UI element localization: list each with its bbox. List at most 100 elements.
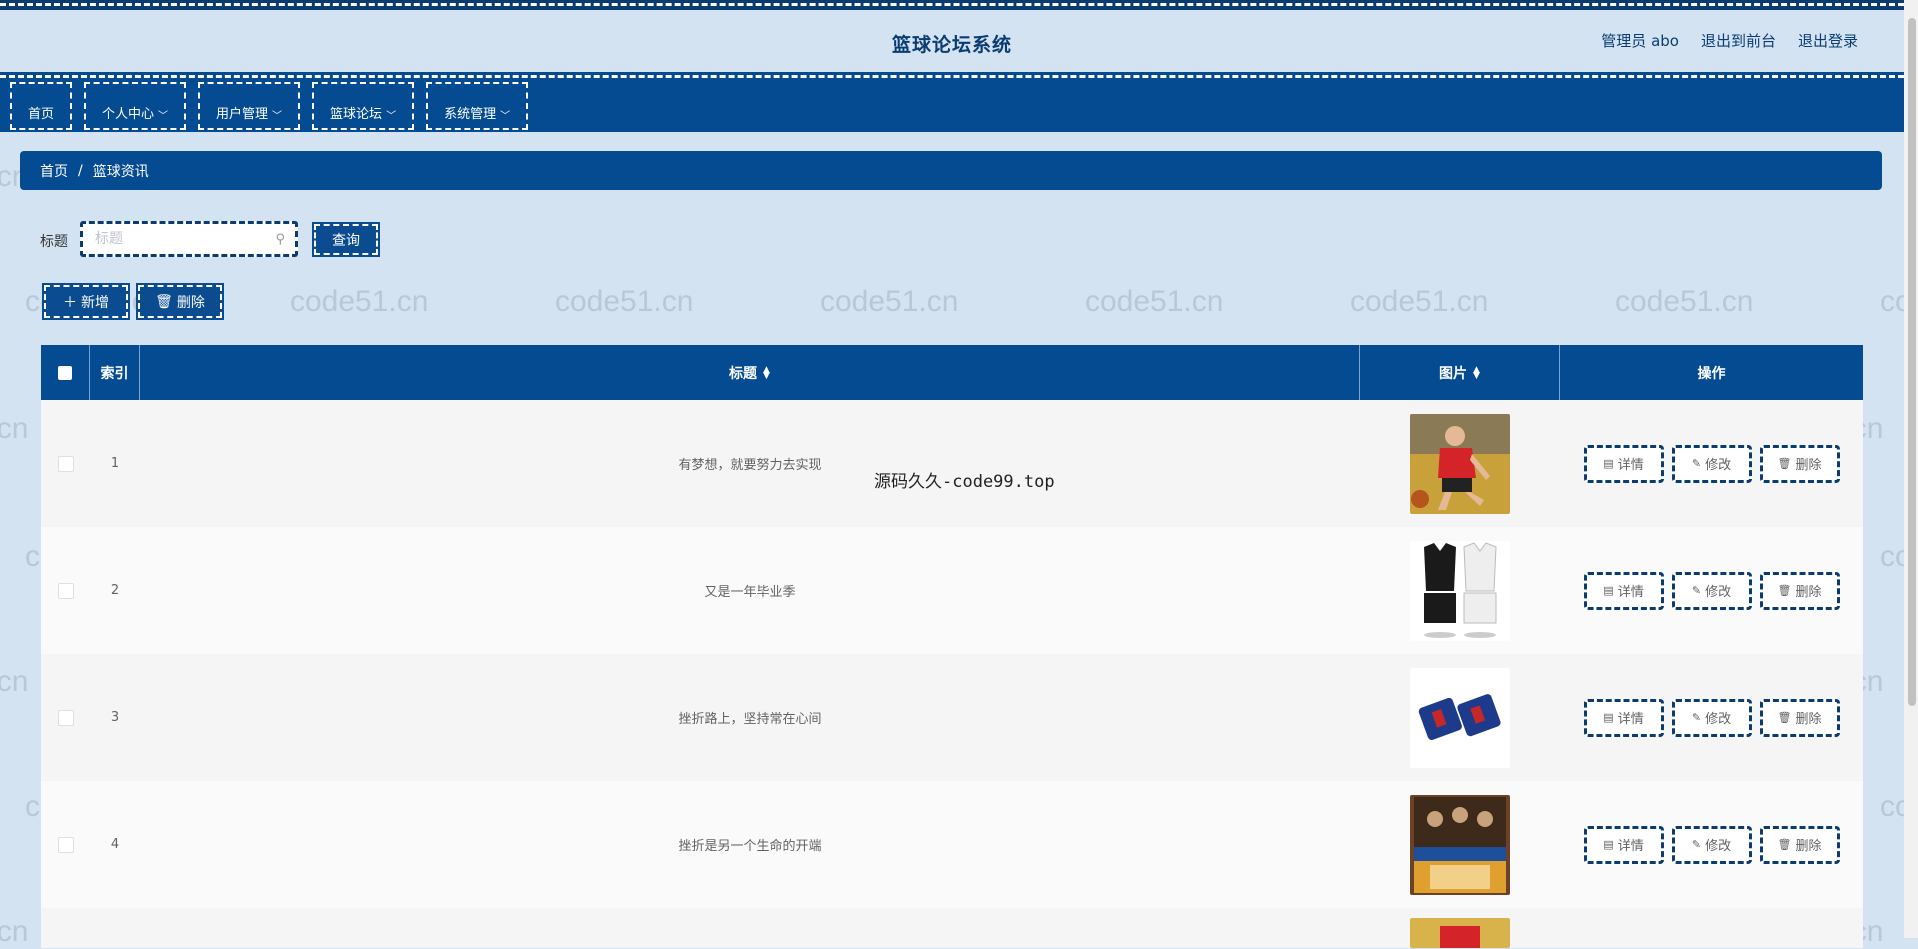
table-row: 2 又是一年毕业季 ▤ 详情 ✎ 修改 🗑 删除 [41, 527, 1863, 654]
trash-icon: 🗑 [1777, 711, 1792, 724]
watermark-text: code51.cn [820, 285, 959, 318]
detail-button[interactable]: ▤ 详情 [1583, 444, 1664, 483]
row-title: 挫折路上，坚持常在心间 [678, 712, 822, 727]
detail-button[interactable]: ▤ 详情 [1583, 825, 1664, 864]
thumbnail[interactable] [1410, 918, 1510, 948]
row-checkbox[interactable] [57, 582, 74, 599]
nav-label: 用户管理 [216, 107, 269, 122]
nav-label: 个人中心 [102, 107, 155, 122]
news-table: 索引 标题 ▲ ▼ 图片 ▲ ▼ 操作 1 有梦想，就要努力去实现 ▤ 详情 ✎… [41, 345, 1863, 948]
table-header: 索引 标题 ▲ ▼ 图片 ▲ ▼ 操作 [41, 345, 1863, 400]
pencil-icon: ✎ [1691, 584, 1702, 597]
add-button[interactable]: ＋ 新增 [42, 283, 130, 320]
watermark-text: code51.cn [1085, 285, 1224, 318]
header-title-label: 标题 [729, 365, 758, 382]
edit-label: 修改 [1705, 585, 1732, 600]
watermark-text: code51.cn [555, 285, 694, 318]
delete-label: 删除 [1795, 458, 1822, 473]
delete-label: 删除 [1795, 839, 1822, 854]
header-user-links: 管理员 abo 退出到前台 退出登录 [1601, 30, 1858, 51]
watermark-text: code51.cn [290, 285, 429, 318]
delete-button[interactable]: 🗑 删除 [1759, 444, 1840, 483]
header-image[interactable]: 图片 ▲ ▼ [1360, 345, 1560, 400]
nav-item-personal-center[interactable]: 个人中心 ﹀ [84, 82, 187, 130]
row-checkbox[interactable] [57, 709, 74, 726]
header-image-label: 图片 [1439, 365, 1468, 382]
chevron-down-icon: ﹀ [386, 111, 397, 122]
trash-icon: 🗑 [1777, 457, 1792, 470]
select-all-checkbox[interactable] [58, 365, 72, 380]
top-decor-strip [0, 0, 1904, 10]
query-button[interactable]: 查询 [312, 222, 380, 257]
basketball-player-thumbnail[interactable] [1410, 413, 1510, 514]
nav-item-basketball-forum[interactable]: 篮球论坛 ﹀ [312, 82, 415, 130]
delete-button[interactable]: 🗑 删除 [1759, 571, 1840, 610]
watermark-text: code51.cn [1350, 285, 1489, 318]
row-index: 3 [110, 710, 120, 725]
header-title[interactable]: 标题 ▲ ▼ [140, 345, 1360, 400]
edit-button[interactable]: ✎ 修改 [1671, 698, 1752, 737]
nav-bar: 首页 个人中心 ﹀ 用户管理 ﹀ 篮球论坛 ﹀ 系统管理 ﹀ [0, 72, 1904, 132]
nav-item-user-management[interactable]: 用户管理 ﹀ [198, 82, 301, 130]
watermark-text: code51.cn [0, 915, 29, 948]
search-icon: ⚲ [275, 231, 285, 247]
header: 篮球论坛系统 管理员 abo 退出到前台 退出登录 [0, 10, 1904, 72]
breadcrumb-home[interactable]: 首页 [40, 161, 68, 181]
document-icon: ▤ [1603, 711, 1614, 724]
chevron-down-icon: ﹀ [158, 111, 169, 122]
detail-label: 详情 [1617, 585, 1644, 600]
search-field[interactable]: ⚲ [80, 221, 298, 257]
chevron-down-icon: ﹀ [272, 111, 283, 122]
exit-to-front-link[interactable]: 退出到前台 [1701, 30, 1776, 51]
edit-button[interactable]: ✎ 修改 [1671, 571, 1752, 610]
batch-delete-button[interactable]: 🗑 删除 [136, 283, 224, 320]
chevron-down-icon: ﹀ [500, 111, 511, 122]
detail-label: 详情 [1617, 458, 1644, 473]
nav-label: 首页 [28, 107, 55, 122]
nav-item-home[interactable]: 首页 [10, 82, 73, 130]
row-checkbox[interactable] [57, 455, 74, 472]
wristband-thumbnail[interactable] [1410, 667, 1510, 768]
edit-label: 修改 [1705, 839, 1732, 854]
scrollbar-thumb[interactable] [1908, 18, 1916, 706]
nav-label: 篮球论坛 [330, 107, 383, 122]
detail-label: 详情 [1617, 839, 1644, 854]
add-button-label: 新增 [81, 294, 109, 311]
row-checkbox[interactable] [57, 836, 74, 853]
book-cover-thumbnail[interactable] [1410, 794, 1510, 895]
document-icon: ▤ [1603, 457, 1614, 470]
pencil-icon: ✎ [1691, 457, 1702, 470]
nav-item-system-management[interactable]: 系统管理 ﹀ [426, 82, 529, 130]
delete-button[interactable]: 🗑 删除 [1759, 698, 1840, 737]
batch-delete-label: 删除 [176, 294, 205, 311]
trash-icon: 🗑 [1777, 584, 1792, 597]
trash-icon: 🗑 [1777, 838, 1792, 851]
logout-link[interactable]: 退出登录 [1798, 30, 1858, 51]
row-index: 4 [110, 837, 120, 852]
detail-button[interactable]: ▤ 详情 [1583, 698, 1664, 737]
header-select-all[interactable] [41, 345, 90, 400]
edit-button[interactable]: ✎ 修改 [1671, 825, 1752, 864]
edit-button[interactable]: ✎ 修改 [1671, 444, 1752, 483]
header-index: 索引 [90, 345, 140, 400]
search-label: 标题 [40, 234, 68, 250]
plus-icon: ＋ [63, 294, 77, 311]
jersey-thumbnail[interactable] [1410, 540, 1510, 641]
pencil-icon: ✎ [1691, 838, 1702, 851]
document-icon: ▤ [1603, 584, 1614, 597]
edit-label: 修改 [1705, 712, 1732, 727]
row-title: 挫折是另一个生命的开端 [678, 839, 822, 854]
watermark-text: code51.cn [0, 665, 29, 698]
breadcrumb: 首页 / 篮球资讯 [20, 151, 1882, 190]
current-user: 管理员 abo [1601, 32, 1679, 50]
table-row [41, 908, 1863, 948]
delete-button[interactable]: 🗑 删除 [1759, 825, 1840, 864]
sort-icon[interactable]: ▲ ▼ [1473, 365, 1480, 380]
watermark-text: code51.cn [1615, 285, 1754, 318]
sort-icon[interactable]: ▲ ▼ [763, 365, 770, 380]
pencil-icon: ✎ [1691, 711, 1702, 724]
search-input[interactable] [93, 230, 276, 248]
row-index: 1 [110, 456, 120, 471]
detail-button[interactable]: ▤ 详情 [1583, 571, 1664, 610]
document-icon: ▤ [1603, 838, 1614, 851]
